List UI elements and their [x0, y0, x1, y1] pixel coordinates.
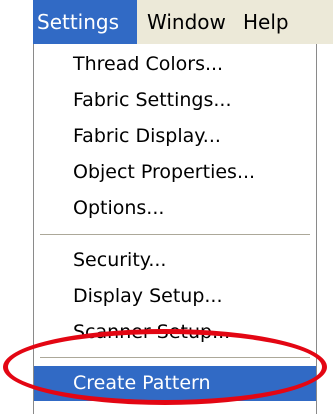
menu-item-display-setup[interactable]: Display Setup...	[34, 278, 316, 314]
menu-settings[interactable]: Settings	[33, 0, 137, 44]
menu-item-security[interactable]: Security...	[34, 242, 316, 278]
settings-dropdown-menu: Thread Colors... Fabric Settings... Fabr…	[33, 44, 317, 414]
menu-item-scanner-setup[interactable]: Scanner Setup...	[34, 314, 316, 350]
menu-help[interactable]: Help	[239, 0, 299, 44]
menu-item-options[interactable]: Options...	[34, 190, 316, 226]
menu-item-object-properties[interactable]: Object Properties...	[34, 154, 316, 190]
menu-separator	[40, 357, 310, 359]
menu-separator	[40, 234, 310, 236]
menu-item-thread-colors[interactable]: Thread Colors...	[34, 46, 316, 82]
menu-item-fabric-settings[interactable]: Fabric Settings...	[34, 82, 316, 118]
menu-window[interactable]: Window	[143, 0, 233, 44]
menu-item-fabric-display[interactable]: Fabric Display...	[34, 118, 316, 154]
menu-bar: Settings Window Help	[33, 0, 333, 44]
menu-item-create-pattern[interactable]: Create Pattern	[34, 366, 316, 401]
